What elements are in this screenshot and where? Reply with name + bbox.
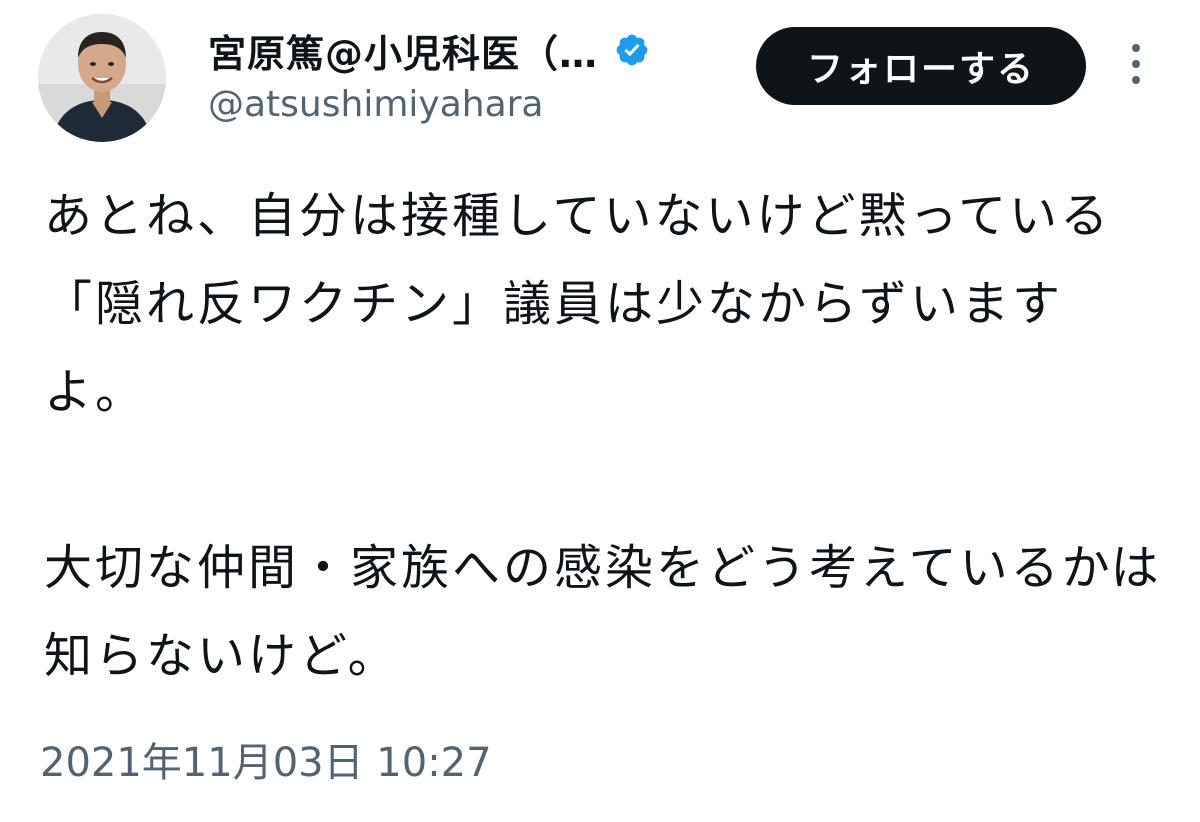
avatar-photo bbox=[38, 14, 166, 142]
verified-badge-icon bbox=[614, 32, 650, 68]
follow-button[interactable]: フォローする bbox=[756, 27, 1086, 105]
display-name-row: 宮原篤@小児科医（… bbox=[208, 26, 650, 76]
display-name[interactable]: 宮原篤@小児科医（… bbox=[208, 23, 598, 78]
tweet-card: 宮原篤@小児科医（… @atsushimiyahara フォローする あとね、自… bbox=[0, 0, 1200, 822]
tweet-paragraph: 大切な仲間・家族への感染をどう考えているかは知らないけど。 bbox=[44, 540, 1162, 684]
tweet-paragraph: あとね、自分は接種していないけど黙っている「隠れ反ワクチン」議員は少なからずいま… bbox=[44, 188, 1112, 420]
user-handle[interactable]: @atsushimiyahara bbox=[208, 84, 544, 125]
avatar[interactable] bbox=[38, 14, 166, 142]
tweet-text: あとね、自分は接種していないけど黙っている「隠れ反ワクチン」議員は少なからずいま… bbox=[44, 172, 1164, 700]
tweet-timestamp[interactable]: 2021年11月03日 10:27 bbox=[40, 730, 492, 788]
more-vertical-icon[interactable] bbox=[1122, 40, 1150, 88]
